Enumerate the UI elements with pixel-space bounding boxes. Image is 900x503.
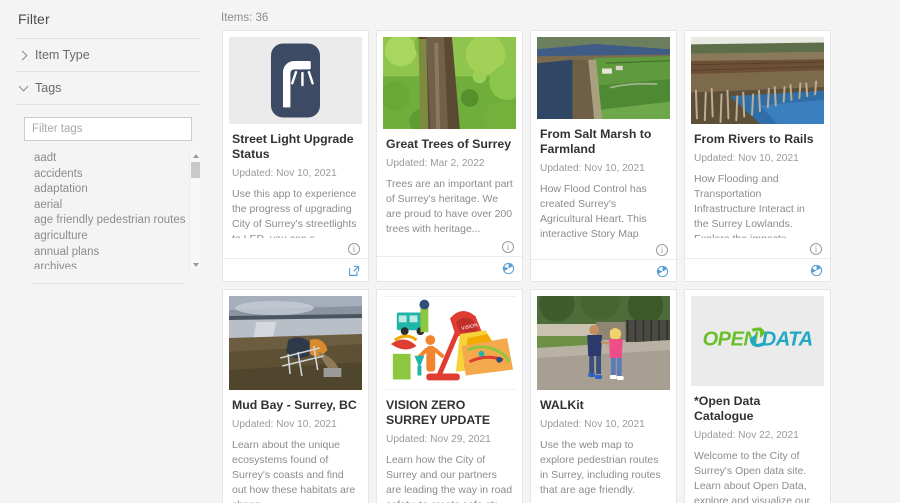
tag-list-container: aadt accidents adaptation aerial age fri… [16,151,200,269]
card-body: Great Trees of Surrey Updated: Mar 2, 20… [377,129,522,235]
card-title: Street Light Upgrade Status [232,131,354,161]
card-snippet: Learn about the unique ecosystems found … [232,439,356,503]
aerial-farmland-photo [537,37,670,120]
card-info-row: i [685,238,830,259]
card-info-row: i [377,236,522,258]
tag-list-item[interactable]: aadt [34,151,200,167]
web-map-icon[interactable] [502,262,515,275]
web-map-icon[interactable] [656,265,669,278]
card-footer [531,260,676,281]
sidebar-divider [32,283,184,284]
chevron-down-icon [19,83,29,93]
card-updated: Updated: Nov 10, 2021 [232,419,337,430]
external-link-icon[interactable] [348,264,361,277]
item-card[interactable]: Street Light Upgrade Status Updated: Nov… [222,30,369,282]
item-card[interactable]: From Rivers to Rails Updated: Nov 10, 20… [684,30,831,282]
card-footer [685,259,830,281]
card-snippet: How Flood Control has created Surrey's A… [540,183,647,241]
item-card-grid: Street Light Upgrade Status Updated: Nov… [216,30,900,503]
open-data-logo: OPEN DATA [691,296,824,386]
card-updated: Updated: Nov 22, 2021 [694,429,799,441]
filter-panel-title: Filter [18,11,50,27]
card-body: From Salt Marsh to Farmland Updated: Nov… [531,119,676,241]
card-body: Mud Bay - Surrey, BC Updated: Nov 10, 20… [223,390,368,503]
info-circle-icon[interactable]: i [348,242,360,255]
app-root: Filter Item Type Tags aadt accidents ada… [0,0,900,503]
card-info-row: i [223,238,368,259]
scroll-down-arrow-icon[interactable] [190,260,200,269]
street-light-app-icon [229,37,362,124]
card-updated: Updated: Nov 10, 2021 [232,167,337,179]
scroll-up-arrow-icon[interactable] [190,151,200,160]
tag-list-item[interactable]: aerial [34,198,200,214]
card-title: From Rivers to Rails [694,131,814,146]
item-card[interactable]: Great Trees of Surrey Updated: Mar 2, 20… [376,30,523,282]
card-updated: Updated: Nov 10, 2021 [694,152,799,164]
card-snippet: How Flooding and Transportation Infrastr… [694,172,805,238]
filter-tags-input[interactable] [24,117,192,141]
card-body: From Rivers to Rails Updated: Nov 10, 20… [685,124,830,238]
card-body: Street Light Upgrade Status Updated: Nov… [223,124,368,238]
items-count-label: Items: 36 [221,12,269,24]
tree-trunk-photo [383,37,516,130]
card-snippet: Learn how the City of Surrey and our par… [386,454,513,503]
card-updated: Updated: Nov 29, 2021 [386,434,491,445]
filter-sidebar: Filter Item Type Tags aadt accidents ada… [0,0,216,503]
card-info-row: i [531,241,676,261]
info-circle-icon[interactable]: i [810,242,822,255]
card-title: Great Trees of Surrey [386,137,512,152]
tag-list-item[interactable]: agriculture [34,229,200,245]
item-card[interactable]: OPEN DATA *Open Data Catalogue Updated: … [684,289,831,503]
card-title: WALKit [540,398,584,412]
tag-list-item[interactable]: annual plans [34,245,200,261]
tag-list-item[interactable]: age friendly pedestrian routes [34,213,200,229]
info-circle-icon[interactable]: i [502,241,514,254]
card-title: VISION ZERO SURREY UPDATE [386,398,491,427]
card-updated: Updated: Nov 10, 2021 [540,419,645,430]
item-card[interactable]: Mud Bay - Surrey, BC Updated: Nov 10, 20… [222,289,369,503]
filter-section-item-type[interactable]: Item Type [16,39,200,72]
tag-list: aadt accidents adaptation aerial age fri… [16,151,200,269]
item-card[interactable]: VISION VISION ZERO SURREY UPDATE Updated… [376,289,523,503]
web-map-icon[interactable] [810,264,823,277]
chevron-right-icon [19,50,29,60]
tag-list-item[interactable]: archives [34,260,200,269]
card-updated: Updated: Nov 10, 2021 [540,163,645,175]
card-footer [223,259,368,281]
filter-section-tags[interactable]: Tags [16,72,200,105]
marsh-stumps-photo [691,37,824,124]
scrollbar-thumb[interactable] [191,162,200,178]
filter-section-item-type-label: Item Type [35,48,90,62]
card-footer [377,257,522,281]
card-title: *Open Data Catalogue [694,393,761,423]
card-snippet: Welcome to the City of Surrey's Open dat… [694,449,811,503]
info-circle-icon[interactable]: i [656,244,668,257]
card-snippet: Use this app to experience the progress … [232,187,357,238]
tags-panel: aadt accidents adaptation aerial age fri… [16,105,200,269]
mud-bay-shore-photo [229,296,362,390]
card-body: WALKit Updated: Nov 10, 2021 Use the web… [531,390,676,503]
card-snippet: Use the web map to explore pedestrian ro… [540,439,661,496]
walking-couple-photo [537,296,670,390]
results-panel: Items: 36 Street Light Upgrade Status Up… [216,0,900,503]
card-updated: Updated: Mar 2, 2022 [386,158,485,170]
card-body: VISION ZERO SURREY UPDATE Updated: Nov 2… [377,390,522,503]
card-snippet: Trees are an important part of Surrey's … [386,178,513,236]
svg-text:DATA: DATA [762,329,813,351]
card-title: Mud Bay - Surrey, BC [232,398,357,412]
vision-zero-illustration: VISION [383,296,516,390]
item-card[interactable]: From Salt Marsh to Farmland Updated: Nov… [530,30,677,282]
card-title: From Salt Marsh to Farmland [540,127,652,157]
filter-section-tags-label: Tags [35,81,62,95]
filter-accordion: Item Type Tags aadt accidents adaptation… [16,38,200,284]
tag-list-item[interactable]: accidents [34,167,200,183]
tag-list-scrollbar[interactable] [189,151,200,269]
card-body: *Open Data Catalogue Updated: Nov 22, 20… [685,386,830,503]
tag-list-item[interactable]: adaptation [34,182,200,198]
item-card[interactable]: WALKit Updated: Nov 10, 2021 Use the web… [530,289,677,503]
